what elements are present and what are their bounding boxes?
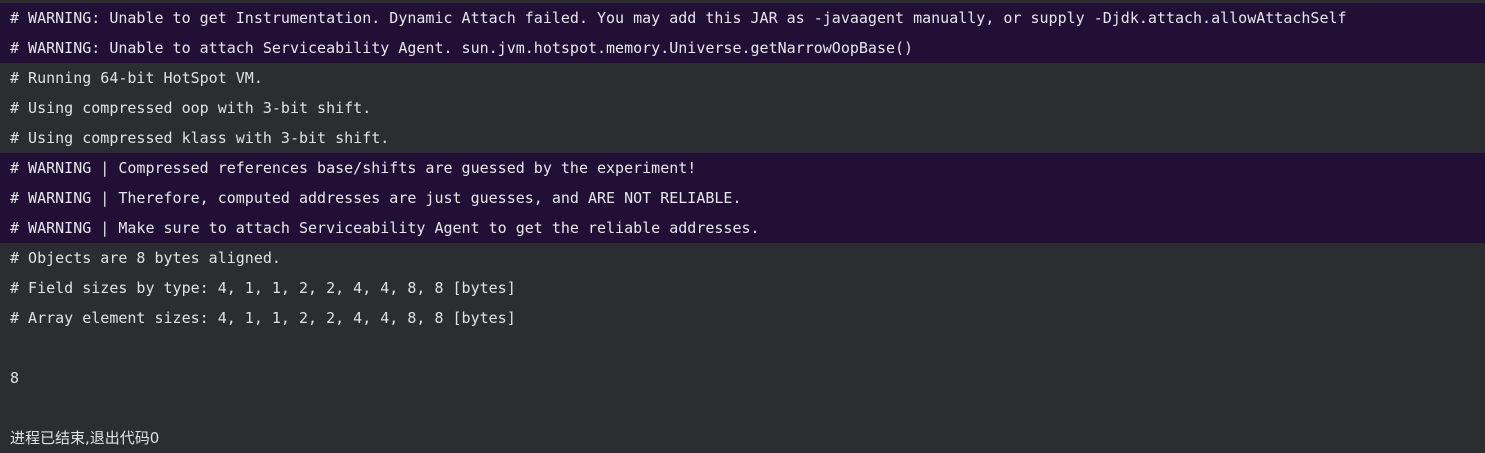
process-exit-line: 进程已结束,退出代码0 — [10, 429, 160, 447]
program-output-line: 8 — [10, 369, 20, 387]
warning-line-not-reliable: # WARNING | Therefore, computed addresse… — [0, 183, 1485, 213]
info-line-vm: # Running 64-bit HotSpot VM. — [10, 69, 263, 87]
warning-line-instrumentation: # WARNING: Unable to get Instrumentation… — [0, 3, 1485, 33]
info-line-field-sizes: # Field sizes by type: 4, 1, 1, 2, 2, 4,… — [10, 279, 516, 297]
info-line-compressed-klass: # Using compressed klass with 3-bit shif… — [10, 129, 390, 147]
warning-line-serviceability-agent: # WARNING: Unable to attach Serviceabili… — [0, 33, 1485, 63]
info-line-compressed-oop: # Using compressed oop with 3-bit shift. — [10, 99, 372, 117]
info-line-array-sizes: # Array element sizes: 4, 1, 1, 2, 2, 4,… — [10, 309, 516, 327]
console-output[interactable]: # WARNING: Unable to get Instrumentation… — [0, 0, 1485, 453]
warning-line-guessed-shifts: # WARNING | Compressed references base/s… — [0, 153, 1485, 183]
warning-line-attach-agent: # WARNING | Make sure to attach Servicea… — [0, 213, 1485, 243]
info-line-alignment: # Objects are 8 bytes aligned. — [10, 249, 281, 267]
